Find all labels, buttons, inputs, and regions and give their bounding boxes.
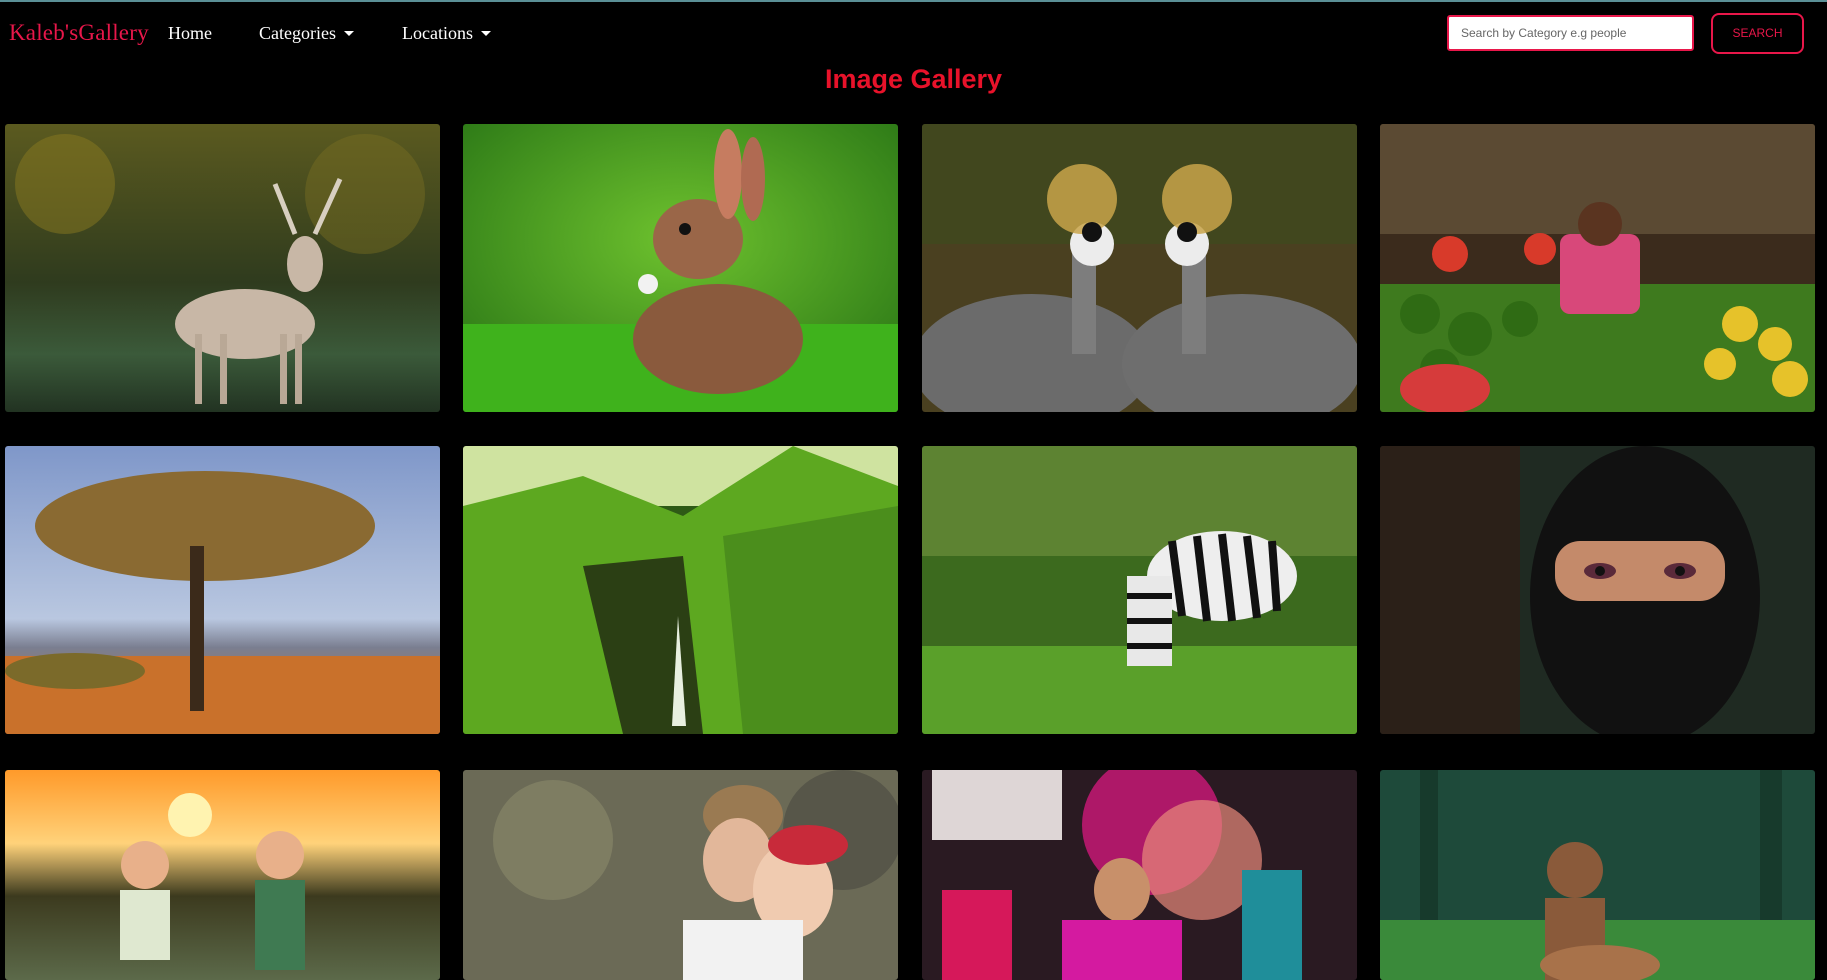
gallery-image-holi[interactable]: [922, 770, 1357, 980]
nav-home-label: Home: [168, 23, 212, 43]
chevron-down-icon: [343, 30, 354, 36]
search-input[interactable]: [1447, 15, 1694, 51]
gallery-image-children[interactable]: [5, 770, 440, 980]
nav-home-link[interactable]: Home: [168, 23, 212, 44]
gallery-image-zebra[interactable]: [922, 446, 1357, 734]
gallery-image-deer[interactable]: [5, 124, 440, 412]
brand-logo[interactable]: Kaleb'sGallery: [9, 20, 149, 46]
nav-locations-label: Locations: [402, 23, 473, 43]
chevron-down-icon: [480, 30, 491, 36]
nav-locations-dropdown[interactable]: Locations: [402, 23, 491, 44]
gallery-image-acacia[interactable]: [5, 446, 440, 734]
navbar: Kaleb'sGallery Home Categories Locations…: [0, 2, 1827, 64]
nav-categories-dropdown[interactable]: Categories: [259, 23, 354, 44]
gallery-image-couple[interactable]: [463, 770, 898, 980]
gallery-image-market[interactable]: [1380, 124, 1815, 412]
nav-categories-label: Categories: [259, 23, 336, 43]
gallery-image-waterfall[interactable]: [463, 446, 898, 734]
gallery-image-boy-goat[interactable]: [1380, 770, 1815, 980]
gallery-image-rabbit[interactable]: [463, 124, 898, 412]
search-button[interactable]: SEARCH: [1711, 13, 1804, 54]
gallery-image-cranes[interactable]: [922, 124, 1357, 412]
gallery-image-hijab[interactable]: [1380, 446, 1815, 734]
page-title: Image Gallery: [824, 64, 1003, 94]
